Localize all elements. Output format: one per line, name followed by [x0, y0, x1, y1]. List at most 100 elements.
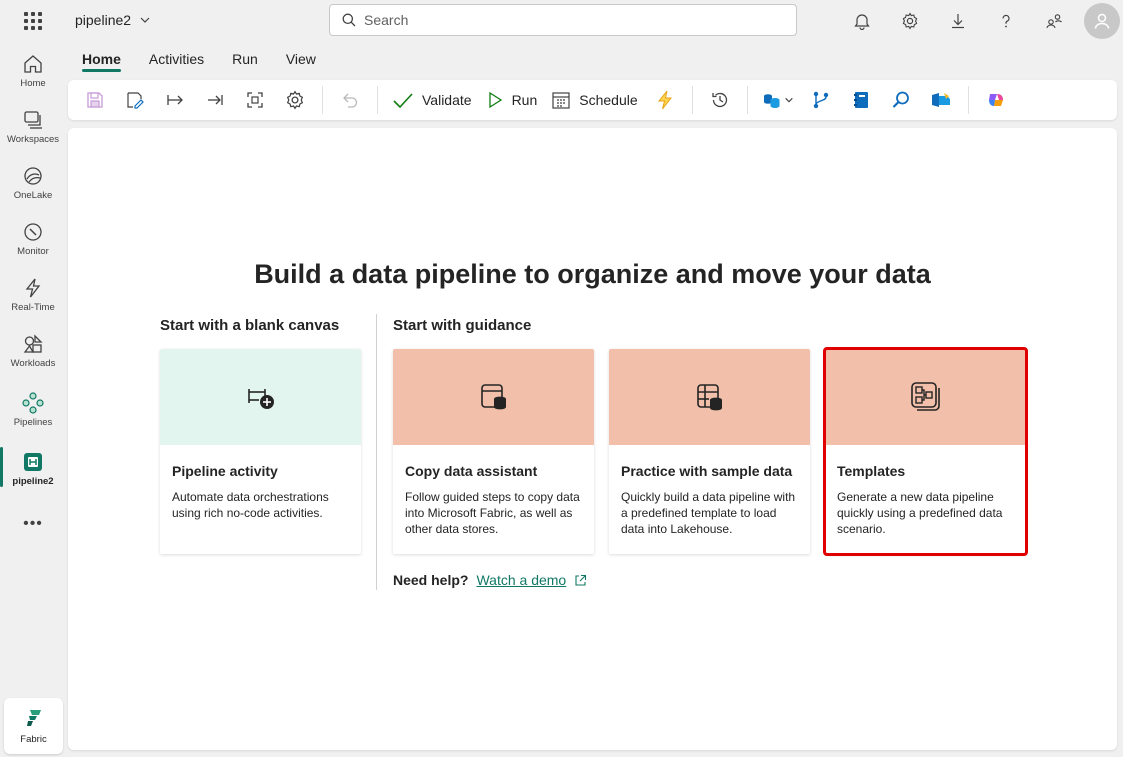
copy-data-assistant-card[interactable]: Copy data assistant Follow guided steps … — [393, 349, 594, 554]
copy-data-assistant-icon — [480, 384, 506, 410]
watch-demo-link[interactable]: Watch a demo — [476, 572, 566, 588]
left-rail: Home Workspaces OneLake Monitor Real-Tim… — [0, 42, 66, 757]
copy-data-dropdown-button[interactable] — [762, 84, 794, 116]
rail-item-realtime[interactable]: Real-Time — [0, 276, 66, 313]
pipeline-item-icon — [24, 453, 42, 471]
save-button[interactable] — [82, 84, 108, 116]
home-icon — [24, 55, 42, 73]
undo-button[interactable] — [337, 84, 363, 116]
card-description: Quickly build a data pipeline with a pre… — [621, 490, 796, 536]
download-icon — [952, 14, 964, 29]
rail-item-onelake[interactable]: OneLake — [0, 164, 66, 201]
lightning-icon — [657, 90, 672, 110]
card-banner — [609, 349, 810, 445]
checkmark-icon — [393, 93, 413, 109]
rail-label: OneLake — [13, 190, 53, 201]
copilot-icon — [988, 94, 1003, 106]
top-bar: pipeline2 — [0, 0, 1123, 42]
settings-toolbar-button[interactable] — [282, 84, 308, 116]
rail-item-pipeline2[interactable]: pipeline2 — [0, 450, 66, 487]
rail-label: Home — [20, 78, 46, 89]
app-launcher-icon[interactable] — [22, 10, 44, 32]
card-title: Copy data assistant — [405, 463, 538, 479]
dataflow-button[interactable] — [808, 84, 834, 116]
notifications-button[interactable] — [838, 0, 886, 42]
avatar[interactable] — [1084, 3, 1120, 39]
help-button[interactable] — [982, 0, 1030, 42]
gear-icon — [902, 12, 918, 30]
pipelines-icon — [22, 392, 44, 414]
arrow-to-bar-icon — [208, 95, 223, 105]
rail-item-pipelines[interactable]: Pipelines — [0, 391, 66, 428]
save-as-button[interactable] — [122, 84, 148, 116]
lookup-icon — [892, 91, 909, 108]
tab-home[interactable]: Home — [68, 42, 135, 76]
outlook-icon — [931, 93, 950, 107]
branch-icon — [813, 91, 828, 109]
download-button[interactable] — [934, 0, 982, 42]
notebook-icon — [853, 92, 868, 108]
lookup-button[interactable] — [888, 84, 914, 116]
open-external-icon[interactable] — [574, 574, 587, 587]
more-icon[interactable]: ••• — [0, 515, 66, 533]
card-title: Pipeline activity — [172, 463, 278, 479]
share-feedback-button[interactable] — [1030, 0, 1078, 42]
monitor-icon — [24, 223, 42, 241]
view-history-button[interactable] — [707, 84, 733, 116]
help-row: Need help? Watch a demo — [393, 572, 587, 588]
section-divider — [376, 314, 377, 590]
rail-item-workloads[interactable]: Workloads — [0, 332, 66, 369]
search-box[interactable] — [329, 4, 797, 36]
toolbar-divider — [377, 86, 378, 114]
pipeline-activity-card[interactable]: Pipeline activity Automate data orchestr… — [160, 349, 361, 554]
rail-item-workspaces[interactable]: Workspaces — [0, 108, 66, 145]
toolbar-divider — [746, 86, 748, 114]
card-banner — [825, 349, 1026, 445]
chevron-down-icon — [784, 97, 793, 103]
card-banner — [160, 349, 361, 445]
tab-run[interactable]: Run — [218, 42, 272, 76]
fabric-switcher-button[interactable]: Fabric — [4, 698, 63, 754]
move-right-button[interactable] — [162, 84, 188, 116]
guidance-heading: Start with guidance — [393, 317, 532, 334]
copilot-button[interactable] — [983, 84, 1009, 116]
workloads-icon — [23, 334, 43, 353]
schedule-button[interactable]: Schedule — [551, 84, 638, 116]
card-title: Templates — [837, 463, 906, 479]
fit-to-screen-button[interactable] — [242, 84, 268, 116]
tab-activities[interactable]: Activities — [135, 42, 218, 76]
templates-card[interactable]: Templates Generate a new data pipeline q… — [823, 347, 1028, 556]
realtime-icon — [25, 278, 41, 298]
tab-view[interactable]: View — [272, 42, 330, 76]
play-icon — [488, 91, 502, 109]
item-name: pipeline2 — [75, 12, 132, 28]
gear-icon — [286, 90, 304, 110]
validate-button[interactable]: Validate — [392, 84, 472, 116]
trigger-button[interactable] — [652, 84, 678, 116]
calendar-icon — [552, 92, 570, 109]
sample-data-card[interactable]: Practice with sample data Quickly build … — [609, 349, 810, 554]
toolbar-divider — [967, 86, 969, 114]
page-title: Build a data pipeline to organize and mo… — [254, 259, 931, 289]
rail-item-monitor[interactable]: Monitor — [0, 220, 66, 257]
rail-item-home[interactable]: Home — [0, 52, 66, 89]
history-icon — [711, 92, 727, 108]
fabric-logo-icon — [26, 709, 41, 726]
teams-activity-button[interactable] — [928, 84, 954, 116]
sample-data-icon — [696, 384, 722, 411]
edit-save-icon — [127, 92, 144, 109]
ribbon-toolbar: Validate Run Schedule — [68, 80, 1117, 120]
search-input[interactable] — [364, 12, 764, 28]
validate-label: Validate — [422, 92, 472, 108]
move-to-end-button[interactable] — [202, 84, 228, 116]
item-name-dropdown[interactable]: pipeline2 — [75, 12, 151, 28]
schedule-label: Schedule — [579, 92, 638, 108]
settings-button[interactable] — [886, 0, 934, 42]
notebook-button[interactable] — [848, 84, 874, 116]
run-button[interactable]: Run — [486, 84, 537, 116]
search-icon — [342, 13, 356, 27]
question-icon — [1002, 14, 1010, 28]
card-banner — [393, 349, 594, 445]
fabric-label: Fabric — [20, 733, 47, 745]
bell-icon — [854, 14, 870, 30]
